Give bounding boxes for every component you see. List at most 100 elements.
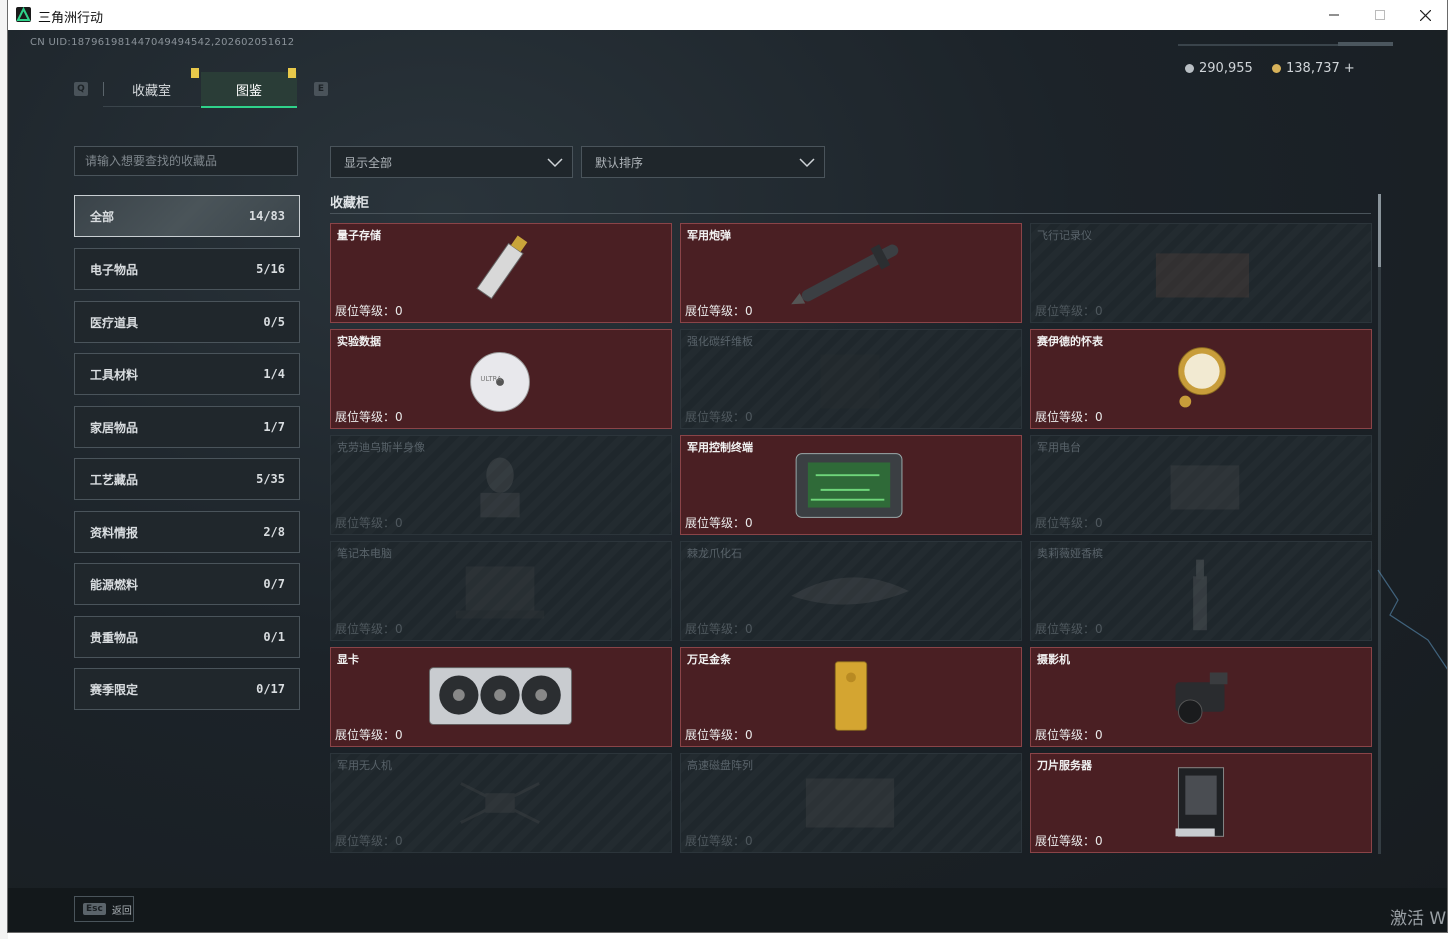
item-name: 摄影机: [1037, 653, 1070, 666]
category-count: 2/8: [263, 525, 285, 539]
category-item[interactable]: 医疗道具 0/5: [74, 301, 300, 343]
category-item[interactable]: 工具材料 1/4: [74, 353, 300, 395]
category-count: 0/1: [263, 630, 285, 644]
back-button[interactable]: Esc 返回: [74, 896, 134, 922]
close-button[interactable]: [1402, 0, 1447, 30]
collection-card[interactable]: 高速磁盘阵列 展位等级：0: [680, 753, 1022, 853]
collection-card[interactable]: 显卡展位等级：0: [330, 647, 672, 747]
uid-label: CN UID:187961981447049494542,20260205161…: [30, 37, 295, 48]
collection-card[interactable]: 刀片服务器 展位等级：0: [1030, 753, 1372, 853]
item-name: 万足金条: [687, 653, 731, 666]
collection-card[interactable]: 军用控制终端 展位等级：0: [680, 435, 1022, 535]
category-item[interactable]: 资料情报 2/8: [74, 511, 300, 553]
search-box: [74, 146, 298, 176]
grid-scrollbar-thumb[interactable]: [1378, 194, 1381, 267]
collection-card[interactable]: 笔记本电脑展位等级：0: [330, 541, 672, 641]
item-name: 显卡: [337, 653, 359, 666]
item-name: 军用炮弹: [687, 229, 731, 242]
header-decoration-accent: [1338, 42, 1393, 46]
category-label: 全部: [90, 209, 115, 224]
title-bar: 三角洲行动: [8, 0, 1447, 30]
collection-card[interactable]: 军用无人机 展位等级：0: [330, 753, 672, 853]
item-name: 棘龙爪化石: [687, 547, 742, 560]
collection-grid: 量子存储 展位等级：0 军用炮弹 展位等级：0 飞行记录仪 展位等级：0 ULTRA 实验数据…: [330, 223, 1372, 853]
display-filter-dropdown[interactable]: 显示全部: [330, 146, 573, 178]
maximize-button[interactable]: [1357, 0, 1403, 30]
windows-activation-watermark: 激活 W: [1390, 909, 1447, 929]
tab-collection-room[interactable]: 收藏室: [103, 72, 200, 107]
item-name: 克劳迪乌斯半身像: [337, 441, 425, 454]
collection-card[interactable]: 奥莉薇娅香槟 展位等级：0: [1030, 541, 1372, 641]
game-screen: CN UID:187961981447049494542,20260205161…: [8, 30, 1447, 932]
currency-silver[interactable]: 290,955: [1185, 61, 1253, 76]
collection-card[interactable]: 强化碳纤维板 展位等级：0: [680, 329, 1022, 429]
collection-card[interactable]: ULTRA 实验数据 展位等级：0: [330, 329, 672, 429]
category-count: 5/16: [256, 262, 285, 276]
silver-coin-icon: [1185, 64, 1194, 73]
category-count: 1/7: [263, 420, 285, 434]
item-name: 军用电台: [1037, 441, 1081, 454]
category-item[interactable]: 电子物品 5/16: [74, 248, 300, 290]
sort-dropdown[interactable]: 默认排序: [581, 146, 825, 178]
key-hint-e[interactable]: E: [314, 82, 328, 96]
collection-card[interactable]: 摄影机 展位等级：0: [1030, 647, 1372, 747]
booth-level: 展位等级：0: [335, 304, 403, 318]
chevron-down-icon: [547, 158, 563, 168]
category-label: 资料情报: [90, 525, 139, 540]
game-window: 三角洲行动 CN UID:187961981447049494542,20260…: [8, 0, 1447, 932]
collection-card[interactable]: 棘龙爪化石 展位等级：0: [680, 541, 1022, 641]
booth-level: 展位等级：0: [335, 728, 403, 742]
sort-value: 默认排序: [595, 155, 644, 170]
booth-level: 展位等级：0: [685, 516, 753, 530]
category-label: 家居物品: [90, 420, 139, 435]
item-name: 军用无人机: [337, 759, 392, 772]
desktop-background-right: [1447, 0, 1456, 939]
key-hint-q[interactable]: Q: [74, 82, 88, 96]
collection-card[interactable]: 万足金条 展位等级：0: [680, 647, 1022, 747]
item-name: 笔记本电脑: [337, 547, 392, 560]
category-label: 医疗道具: [90, 315, 139, 330]
category-label: 电子物品: [90, 262, 139, 277]
currency-gold-value: 138,737 +: [1286, 61, 1355, 76]
item-name: 刀片服务器: [1037, 759, 1092, 772]
collection-card[interactable]: 赛伊德的怀表 展位等级：0: [1030, 329, 1372, 429]
minimize-button[interactable]: [1311, 0, 1357, 30]
esc-key-hint: Esc: [83, 903, 106, 915]
cabinet-title: 收藏柜: [330, 196, 370, 211]
booth-level: 展位等级：0: [1035, 622, 1103, 636]
collection-card[interactable]: 军用电台 展位等级：0: [1030, 435, 1372, 535]
collection-card[interactable]: 克劳迪乌斯半身像 展位等级：0: [330, 435, 672, 535]
booth-level: 展位等级：0: [1035, 410, 1103, 424]
category-item[interactable]: 家居物品 1/7: [74, 406, 300, 448]
category-count: 14/83: [248, 209, 285, 223]
category-item[interactable]: 能源燃料 0/7: [74, 563, 300, 605]
desktop-background-left: [0, 0, 8, 939]
item-name: 军用控制终端: [687, 441, 753, 454]
tab-marker-right: [288, 68, 296, 78]
booth-level: 展位等级：0: [1035, 304, 1103, 318]
booth-level: 展位等级：0: [335, 622, 403, 636]
minimize-icon: [1329, 14, 1339, 16]
collection-card[interactable]: 飞行记录仪 展位等级：0: [1030, 223, 1372, 323]
category-label: 工艺藏品: [90, 472, 139, 487]
collection-grid-viewport[interactable]: 量子存储 展位等级：0 军用炮弹 展位等级：0 飞行记录仪 展位等级：0 ULTRA 实验数据…: [330, 223, 1372, 855]
category-label: 赛季限定: [90, 682, 139, 697]
collection-card[interactable]: 量子存储 展位等级：0: [330, 223, 672, 323]
item-name: 实验数据: [337, 335, 381, 348]
tab-gallery[interactable]: 图鉴: [201, 72, 297, 108]
category-item[interactable]: 工艺藏品 5/35: [74, 458, 300, 500]
booth-level: 展位等级：0: [335, 410, 403, 424]
currency-gold[interactable]: 138,737 +: [1272, 61, 1355, 76]
app-logo-icon: [16, 7, 31, 22]
bottom-bar: Esc 返回: [8, 888, 1447, 932]
collection-card[interactable]: 军用炮弹 展位等级：0: [680, 223, 1022, 323]
category-item[interactable]: 全部 14/83: [74, 195, 300, 237]
category-item[interactable]: 贵重物品 0/1: [74, 616, 300, 658]
category-item[interactable]: 赛季限定 0/17: [74, 668, 300, 710]
item-name: 强化碳纤维板: [687, 335, 753, 348]
category-label: 工具材料: [90, 367, 139, 382]
grid-scrollbar-track[interactable]: [1378, 194, 1381, 854]
display-filter-value: 显示全部: [344, 155, 393, 170]
search-input[interactable]: [75, 147, 297, 175]
window-title: 三角洲行动: [38, 11, 104, 26]
